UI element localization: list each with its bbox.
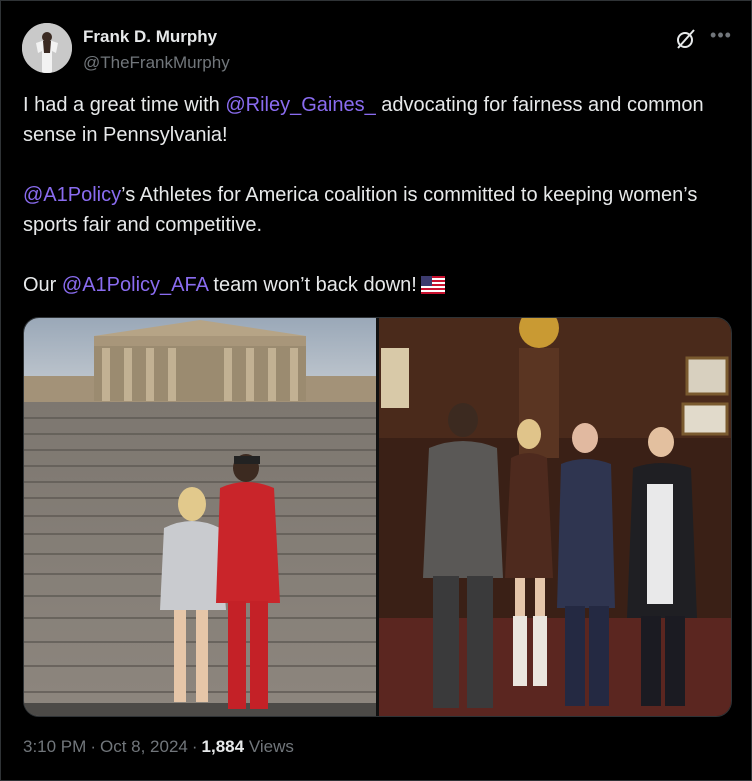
us-flag-icon [420,273,445,294]
author-handle[interactable]: @TheFrankMurphy [83,53,230,73]
views-label: Views [248,737,294,756]
meta-separator: · [90,737,96,756]
tweet-text: I had a great time with @Riley_Gaines_ a… [23,90,723,300]
mention-a1policy-afa[interactable]: @A1Policy_AFA [62,274,208,296]
photo-museum-steps[interactable] [24,318,376,716]
text-span: ’s Athletes for America coalition is com… [23,184,698,236]
text-span: I had a great time with [23,94,226,116]
tweet-paragraph-2: @A1Policy’s Athletes for America coaliti… [23,180,723,240]
avatar[interactable] [22,23,72,73]
media-grid [23,317,732,717]
mention-a1policy[interactable]: @A1Policy [23,184,121,206]
views-count: 1,884 [201,737,245,756]
author-name[interactable]: Frank D. Murphy [83,27,217,47]
tweet-header: Frank D. Murphy @TheFrankMurphy ••• [22,23,734,75]
tweet-card: Frank D. Murphy @TheFrankMurphy ••• I ha… [0,0,752,781]
tweet-paragraph-3: Our @A1Policy_AFA team won’t back down! [23,270,723,300]
photo-office-group[interactable] [379,318,731,716]
text-span: team won’t back down! [207,274,417,296]
meta-separator: · [191,737,198,756]
tweet-date[interactable]: Oct 8, 2024 [100,737,188,756]
tweet-time[interactable]: 3:10 PM [23,737,86,756]
mention-riley-gaines[interactable]: @Riley_Gaines_ [225,94,375,116]
grok-icon[interactable] [674,27,698,51]
tweet-meta: 3:10 PM · Oct 8, 2024 · 1,884 Views [23,737,294,757]
tweet-paragraph-1: I had a great time with @Riley_Gaines_ a… [23,90,723,150]
more-icon[interactable]: ••• [708,25,734,49]
text-span: Our [23,274,62,296]
